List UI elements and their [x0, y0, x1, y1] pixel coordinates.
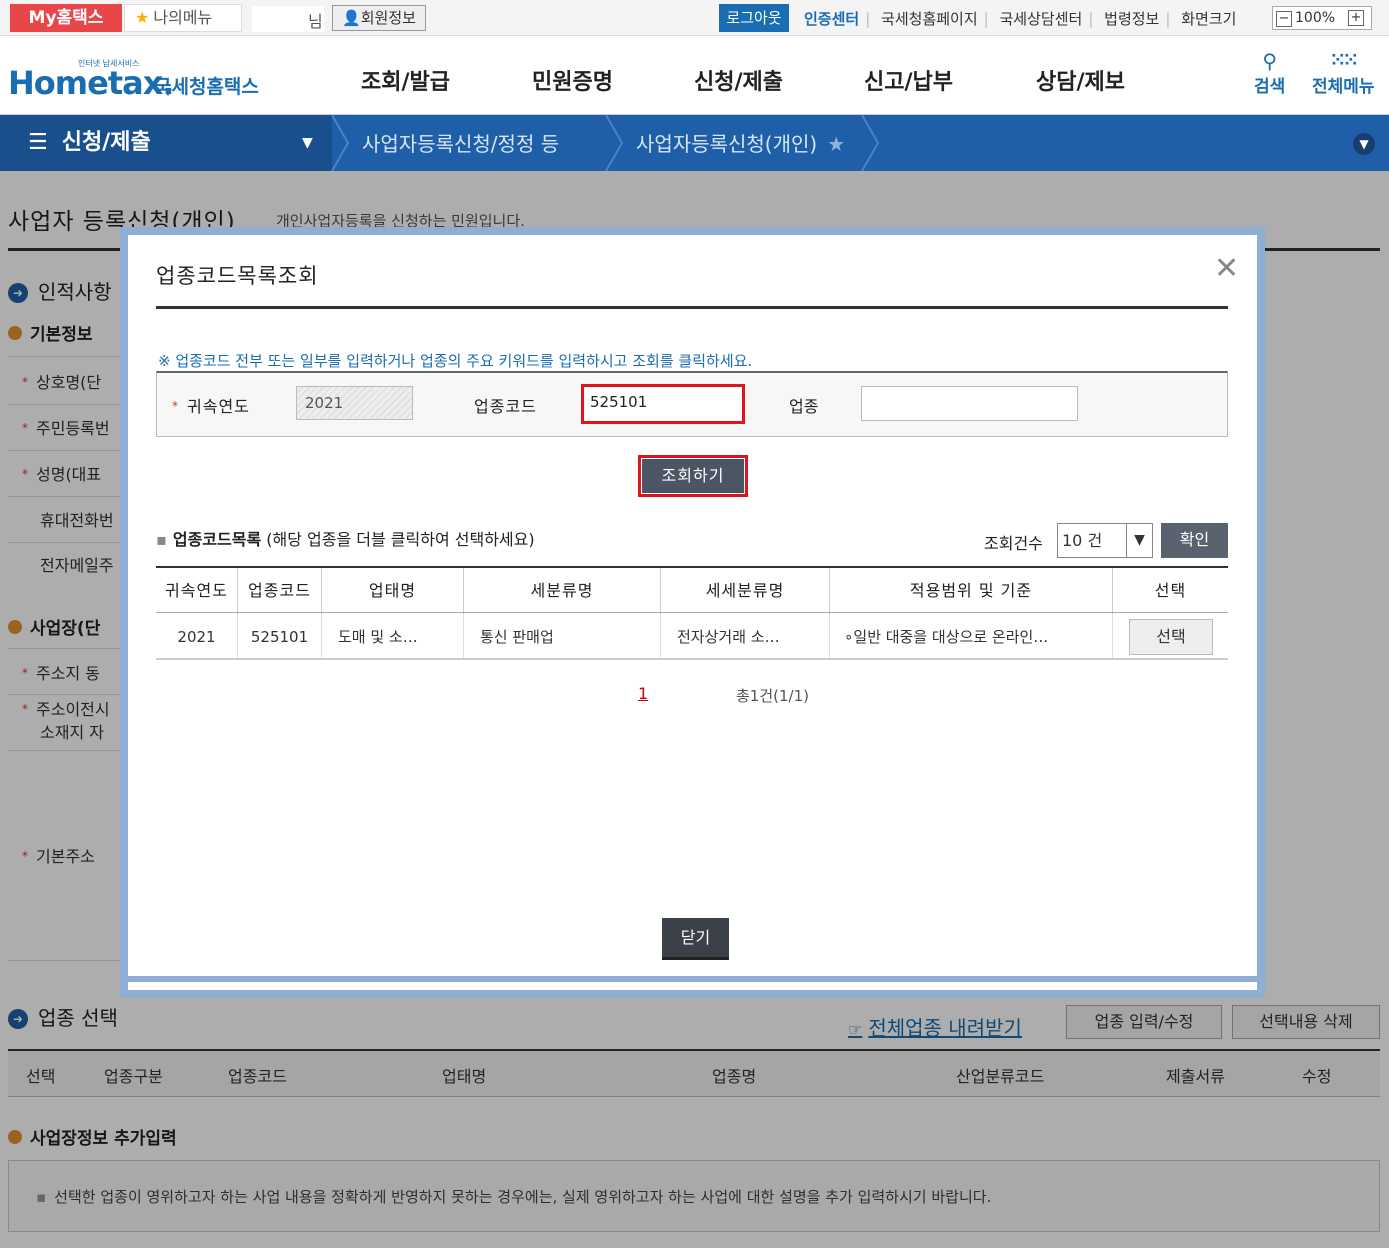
breadcrumb-menu-label: 신청/제출 — [61, 130, 151, 155]
search-notice: ※ 업종코드 전부 또는 일부를 입력하거나 업종의 주요 키워드를 입력하시고… — [158, 352, 753, 370]
nts-consult-link[interactable]: 국세상담센터 — [1000, 10, 1083, 28]
search-button[interactable]: ⚲ 검색 — [1254, 50, 1285, 97]
my-menu-label: 나의메뉴 — [153, 8, 213, 27]
table-row-divider — [156, 658, 1228, 660]
nav-consult[interactable]: 상담/제보 — [1036, 64, 1125, 96]
zoom-in-button[interactable]: + — [1348, 10, 1364, 26]
modal-title-divider — [156, 306, 1228, 309]
th-subsubclass: 세세분류명 — [661, 568, 830, 614]
year-label: * 귀속연도 — [172, 397, 250, 416]
all-menu-button[interactable]: ⁙⁙ 전체메뉴 — [1312, 50, 1375, 97]
count-select-value: 10 건 — [1062, 531, 1103, 550]
favorite-star-icon[interactable]: ★ — [827, 132, 845, 156]
pagination-page-1[interactable]: 1 — [638, 684, 648, 703]
table-header-divider — [156, 612, 1228, 613]
law-info-link[interactable]: 법령정보 — [1104, 10, 1159, 28]
cert-center-link[interactable]: 인증센터 — [804, 10, 859, 28]
nts-homepage-link[interactable]: 국세청홈페이지 — [881, 10, 978, 28]
result-list-title: ▪ 업종코드목록 (해당 업종을 더블 클릭하여 선택하세요) — [156, 530, 535, 549]
result-table: 귀속연도 업종코드 업태명 세분류명 세세분류명 적용범위 및 기준 선택 20… — [156, 566, 1228, 661]
top-links: 인증센터 | 국세청홈페이지 | 국세상담센터 | 법령정보 | 화면크기 — [804, 10, 1237, 28]
modal-close-button[interactable]: 닫기 — [662, 918, 729, 960]
breadcrumb-level2[interactable]: 사업자등록신청(개인) ★ — [636, 128, 845, 157]
th-business: 업태명 — [322, 568, 464, 614]
search-submit-button[interactable]: 조회하기 — [642, 459, 744, 493]
breadcrumb-menu[interactable]: ☰ 신청/제출 ▼ — [0, 115, 332, 171]
logo-main: Hometax. — [8, 64, 174, 102]
th-code: 업종코드 — [238, 568, 322, 614]
row-select-button[interactable]: 선택 — [1129, 619, 1213, 655]
td-subsubclass[interactable]: 전자상거래 소… — [661, 614, 830, 660]
td-code[interactable]: 525101 — [238, 614, 322, 660]
modal-bottom-strip — [128, 982, 1257, 990]
th-select: 선택 — [1113, 568, 1228, 614]
logo-korean: 국세청홈택스 — [154, 76, 259, 98]
search-icon: ⚲ — [1262, 49, 1277, 73]
td-business[interactable]: 도매 및 소… — [322, 614, 464, 660]
th-subclass: 세분류명 — [464, 568, 661, 614]
zoom-control: −100% + — [1272, 6, 1372, 30]
chevron-separator-icon — [605, 115, 624, 171]
count-label: 조회건수 — [984, 534, 1043, 553]
th-scope: 적용범위 및 기준 — [830, 568, 1113, 614]
td-year[interactable]: 2021 — [156, 614, 238, 660]
my-hometax-button[interactable]: My홈택스 — [10, 4, 122, 32]
user-suffix: 님 — [308, 12, 323, 31]
chevron-separator-icon — [861, 115, 880, 171]
search-label: 검색 — [1254, 77, 1286, 97]
star-icon: ★ — [135, 8, 150, 27]
breadcrumb-level2-label: 사업자등록신청(개인) — [636, 132, 818, 156]
logout-button[interactable]: 로그아웃 — [719, 4, 789, 32]
zoom-out-button[interactable]: − — [1276, 11, 1292, 27]
nav-inquiry[interactable]: 조회/발급 — [361, 64, 450, 96]
year-input: 2021 — [296, 386, 413, 420]
chevron-down-icon: ▼ — [1126, 524, 1152, 557]
grid-icon: ⁙⁙ — [1330, 50, 1358, 71]
td-scope[interactable]: ∘일반 대중을 대상으로 온라인… — [830, 614, 1113, 660]
code-label: 업종코드 — [474, 397, 537, 416]
hometax-logo[interactable]: 인터넷 납세서비스 Hometax. 국세청홈택스 — [8, 46, 268, 106]
chevron-separator-icon — [331, 115, 350, 171]
member-info-label: 회원정보 — [360, 9, 416, 27]
modal-title: 업종코드목록조회 — [156, 264, 319, 288]
nav-report-pay[interactable]: 신고/납부 — [864, 64, 953, 96]
zoom-level: 100% — [1295, 10, 1336, 26]
close-icon[interactable]: ✕ — [1214, 254, 1239, 284]
all-menu-label: 전체메뉴 — [1312, 77, 1375, 97]
td-subclass[interactable]: 통신 판매업 — [464, 614, 661, 660]
count-select[interactable]: 10 건 ▼ — [1057, 523, 1153, 558]
breadcrumb-level1[interactable]: 사업자등록신청/정정 등 — [362, 128, 559, 157]
chevron-down-icon[interactable]: ▼ — [1353, 133, 1375, 155]
member-info-button[interactable]: 👤회원정보 — [332, 5, 426, 31]
pagination-total: 총1건(1/1) — [736, 687, 809, 705]
nav-application[interactable]: 신청/제출 — [694, 64, 783, 96]
hamburger-icon: ☰ — [28, 130, 48, 155]
code-input[interactable]: 525101 — [581, 384, 745, 424]
screen-size-label: 화면크기 — [1181, 10, 1237, 28]
confirm-button[interactable]: 확인 — [1161, 523, 1228, 558]
industry-label: 업종 — [789, 397, 819, 416]
th-year: 귀속연도 — [156, 568, 238, 614]
my-menu-button[interactable]: ★ 나의메뉴 — [124, 4, 242, 32]
caret-down-icon: ▼ — [302, 135, 313, 151]
industry-input[interactable] — [861, 386, 1078, 421]
person-icon: 👤 — [342, 9, 361, 27]
nav-certificate[interactable]: 민원증명 — [532, 64, 613, 96]
